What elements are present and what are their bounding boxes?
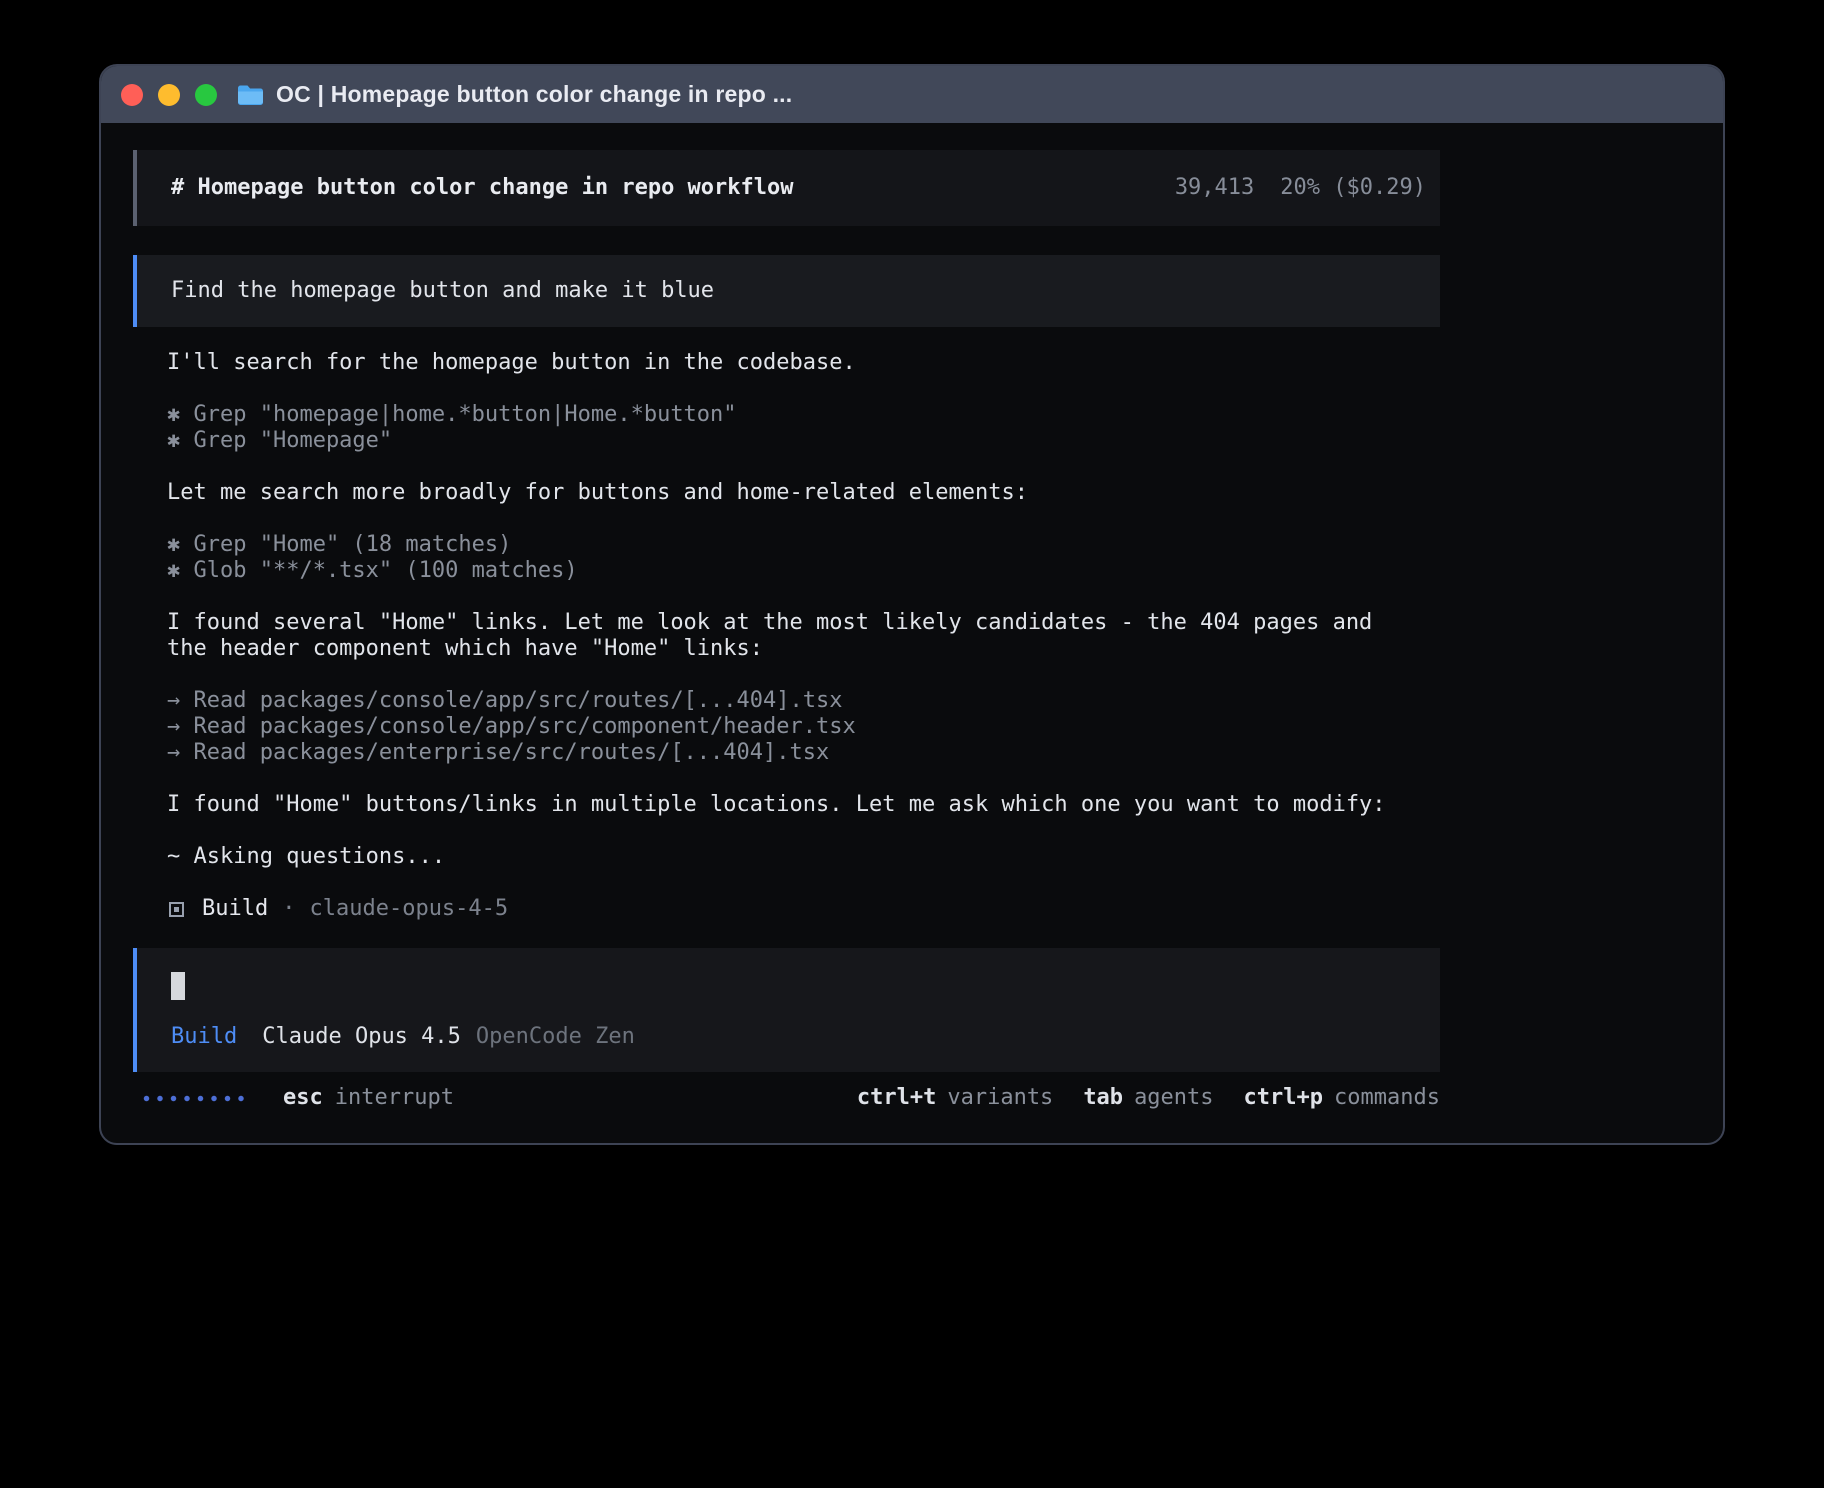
folder-icon: [237, 84, 264, 106]
footer-shortcut: tab agents: [1083, 1085, 1213, 1111]
transcript: I'll search for the homepage button in t…: [133, 350, 1440, 870]
transcript-line-blank: [167, 454, 1420, 480]
transcript-line-text: I found "Home" buttons/links in multiple…: [167, 792, 1420, 818]
footer-shortcut: ctrl+p commands: [1244, 1085, 1440, 1111]
transcript-line-blank: [167, 818, 1420, 844]
shortcut-label: commands: [1334, 1085, 1440, 1111]
input-mode-label[interactable]: Build: [171, 1024, 237, 1050]
titlebar-title-group: OC | Homepage button color change in rep…: [237, 81, 792, 108]
text-cursor: [171, 972, 185, 1000]
esc-action-label: interrupt: [335, 1085, 454, 1111]
shortcut-key: ctrl+t: [857, 1085, 936, 1111]
input-model-label[interactable]: Claude Opus 4.5: [262, 1024, 461, 1050]
terminal-content: # Homepage button color change in repo w…: [101, 123, 1723, 1143]
shortcut-key: tab: [1083, 1085, 1123, 1111]
shortcut-label: agents: [1134, 1085, 1213, 1111]
window-controls: [121, 84, 217, 106]
spinner-dots: [143, 1095, 251, 1102]
transcript-line-tool: → Read packages/console/app/src/routes/[…: [167, 688, 1420, 714]
transcript-line-blank: [167, 506, 1420, 532]
transcript-line-text: I'll search for the homepage button in t…: [167, 350, 1420, 376]
titlebar: OC | Homepage button color change in rep…: [101, 66, 1723, 123]
status-bar: esc interrupt ctrl+tvariantstabagentsctr…: [133, 1084, 1440, 1112]
session-stats: 39,413 20% ($0.29): [1175, 175, 1426, 201]
agent-status-row: Build · claude-opus-4-5: [133, 896, 1440, 922]
shortcut-label: variants: [947, 1085, 1053, 1111]
agent-separator: ·: [282, 896, 295, 922]
transcript-line-tool: → Read packages/console/app/src/componen…: [167, 714, 1420, 740]
transcript-line-tool: ✱ Grep "Homepage": [167, 428, 1420, 454]
shortcut-hints: ctrl+t variants tab agents ctrl+p commands: [857, 1085, 1440, 1111]
terminal-window: OC | Homepage button color change in rep…: [99, 64, 1725, 1145]
agent-icon: [169, 902, 184, 917]
maximize-window-button[interactable]: [195, 84, 217, 106]
user-message-text: Find the homepage button and make it blu…: [171, 278, 714, 303]
token-count: 39,413: [1175, 175, 1254, 201]
window-title: OC | Homepage button color change in rep…: [276, 81, 792, 108]
user-message: Find the homepage button and make it blu…: [133, 255, 1440, 327]
input-meta: Build Claude Opus 4.5 OpenCode Zen: [171, 1024, 1410, 1050]
transcript-line-tool: ✱ Grep "Home" (18 matches): [167, 532, 1420, 558]
transcript-line-tool: → Read packages/enterprise/src/routes/[.…: [167, 740, 1420, 766]
session-header: # Homepage button color change in repo w…: [133, 150, 1440, 226]
transcript-line-tool: ✱ Grep "homepage|home.*button|Home.*butt…: [167, 402, 1420, 428]
session-title: # Homepage button color change in repo w…: [171, 175, 794, 201]
close-window-button[interactable]: [121, 84, 143, 106]
minimize-window-button[interactable]: [158, 84, 180, 106]
transcript-line-status: ~ Asking questions...: [167, 844, 1420, 870]
transcript-line-blank: [167, 376, 1420, 402]
opencode-tui: # Homepage button color change in repo w…: [133, 123, 1440, 1112]
esc-key-hint: esc: [283, 1085, 323, 1111]
transcript-line-text: Let me search more broadly for buttons a…: [167, 480, 1420, 506]
agent-name: Build: [202, 896, 268, 922]
transcript-line-blank: [167, 584, 1420, 610]
context-usage: 20% ($0.29): [1280, 175, 1426, 201]
transcript-line-blank: [167, 766, 1420, 792]
agent-model: claude-opus-4-5: [309, 896, 508, 922]
transcript-line-text: I found several "Home" links. Let me loo…: [167, 610, 1420, 662]
footer-shortcut: ctrl+t variants: [857, 1085, 1053, 1111]
input-provider-label: OpenCode Zen: [476, 1024, 635, 1050]
shortcut-key: ctrl+p: [1244, 1085, 1323, 1111]
transcript-line-blank: [167, 662, 1420, 688]
transcript-line-tool: ✱ Glob "**/*.tsx" (100 matches): [167, 558, 1420, 584]
prompt-input[interactable]: Build Claude Opus 4.5 OpenCode Zen: [133, 948, 1440, 1072]
